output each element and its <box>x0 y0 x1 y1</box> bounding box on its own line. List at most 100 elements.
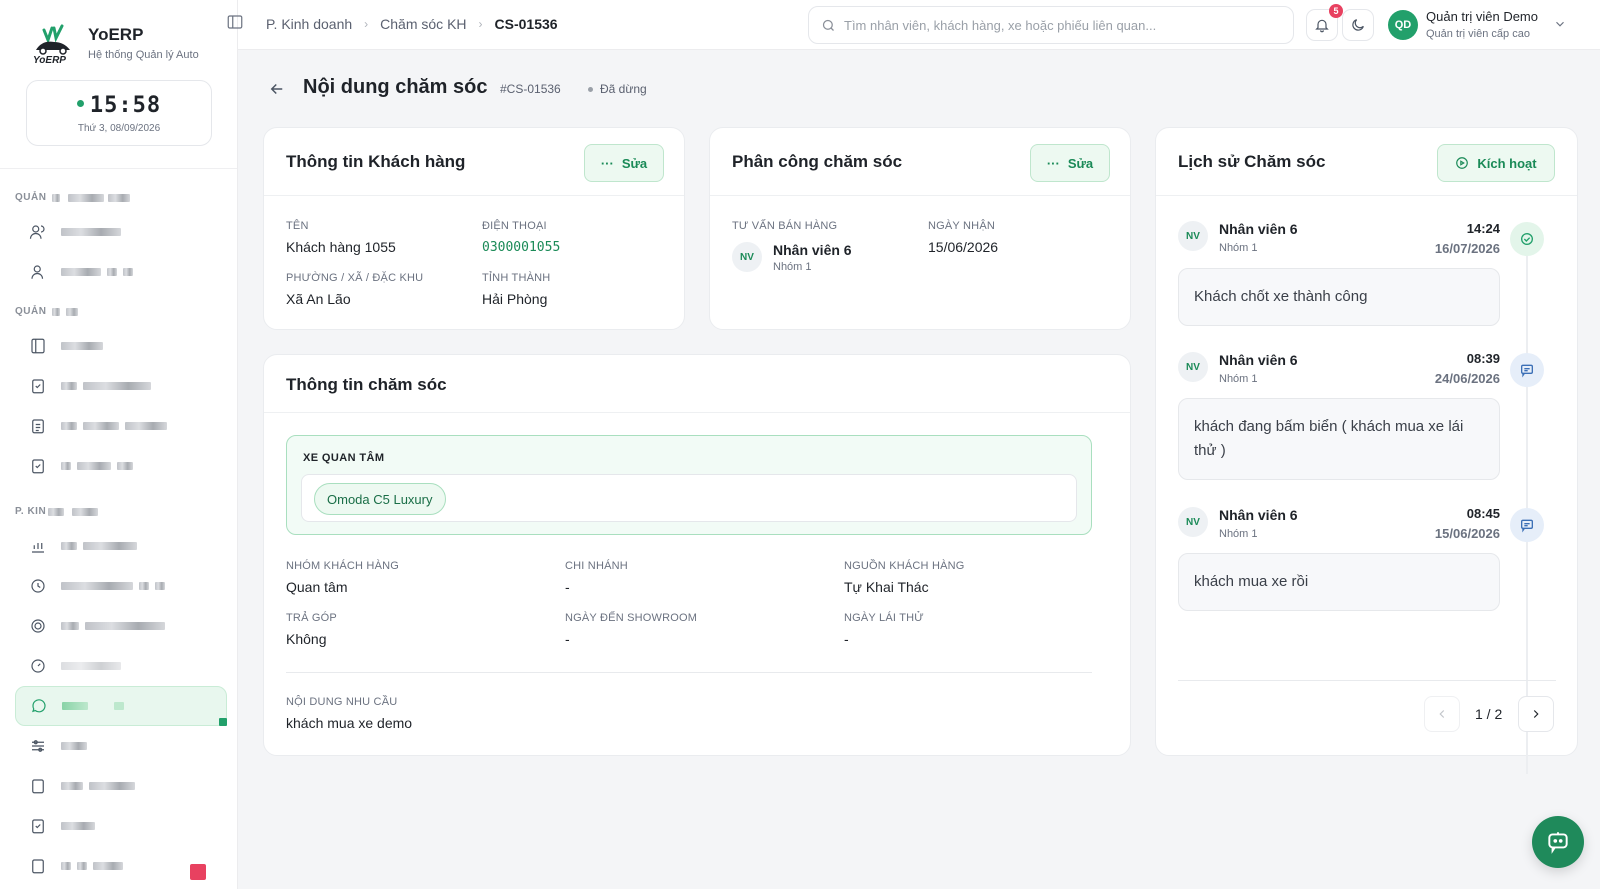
sidebar-item[interactable] <box>15 766 227 806</box>
chatbot-button[interactable] <box>1532 816 1584 868</box>
field-label: TỈNH THÀNH <box>482 272 551 284</box>
notifications-button[interactable]: 5 <box>1306 4 1343 41</box>
sidebar-item[interactable] <box>15 326 227 366</box>
card-title: Thông tin chăm sóc <box>286 375 447 394</box>
avatar: NV <box>1178 507 1208 537</box>
sidebar-item[interactable] <box>15 366 227 406</box>
brand-name: YoERP <box>88 25 144 44</box>
interest-label: XE QUAN TÂM <box>303 452 385 464</box>
sidebar-item[interactable] <box>15 806 227 846</box>
received-date: 15/06/2026 <box>928 239 999 255</box>
back-arrow-icon[interactable] <box>268 80 286 98</box>
chevron-down-icon[interactable] <box>1553 17 1567 36</box>
card-title: Lịch sử Chăm sóc <box>1178 152 1326 171</box>
branch: - <box>565 579 570 595</box>
user-avatar[interactable]: QD <box>1388 10 1418 40</box>
sidebar-section-label: QUẢN <box>15 306 47 317</box>
history-date: 24/06/2026 <box>1434 371 1500 386</box>
search-input[interactable] <box>844 17 1284 33</box>
target-icon <box>31 619 45 633</box>
page-indicator: 1 / 2 <box>1475 706 1503 722</box>
customer-group: Quan tâm <box>286 579 348 595</box>
history-staff-group: Nhóm 1 <box>1219 242 1258 254</box>
field-label: ĐIỆN THOẠI <box>482 220 547 232</box>
prev-page-button[interactable] <box>1424 696 1460 732</box>
field-label: TƯ VẤN BÁN HÀNG <box>732 220 838 232</box>
field-label: NGUỒN KHÁCH HÀNG <box>844 560 965 572</box>
user-icon <box>31 265 44 279</box>
showroom-date: - <box>565 631 570 647</box>
brand[interactable]: YoERP YoERP Hệ thống Quản lý Auto <box>30 20 199 66</box>
theme-toggle-button[interactable] <box>1342 9 1374 41</box>
field-label: NGÀY LÁI THỬ <box>844 612 924 624</box>
edit-assignment-button[interactable]: ··· Sửa <box>1030 144 1110 182</box>
avatar: NV <box>1178 352 1208 382</box>
edit-customer-button[interactable]: ··· Sửa <box>584 144 664 182</box>
advisor-name: Nhân viên 6 <box>773 242 852 258</box>
global-search[interactable] <box>808 6 1294 44</box>
sidebar-item[interactable] <box>15 212 227 252</box>
chevron-right-icon: › <box>364 17 369 31</box>
sidebar-item[interactable] <box>15 446 227 486</box>
vehicle-chip[interactable]: Omoda C5 Luxury <box>314 483 446 515</box>
edit-label: Sửa <box>621 155 648 171</box>
users-icon <box>29 225 45 239</box>
history-staff-name: Nhân viên 6 <box>1219 507 1298 523</box>
field-label: NỘI DUNG NHU CẦU <box>286 696 398 708</box>
clipboard-icon <box>32 779 44 794</box>
page-code: #CS-01536 <box>500 82 561 96</box>
bot-chat-icon <box>1548 832 1568 854</box>
care-info-card: Thông tin chăm sóc XE QUAN TÂM Omoda C5 … <box>263 354 1131 756</box>
sidebar-item-cham-soc-kh[interactable] <box>15 686 227 726</box>
breadcrumb: P. Kinh doanh › Chăm sóc KH › CS-01536 <box>266 16 558 32</box>
field-label: CHI NHÁNH <box>565 560 628 572</box>
field-label: TRẢ GÓP <box>286 612 337 624</box>
sidebar-item[interactable] <box>15 726 227 766</box>
sidebar-item[interactable] <box>15 526 227 566</box>
customer-phone[interactable]: 0300001055 <box>482 240 560 255</box>
chevron-left-icon <box>1439 710 1445 718</box>
advisor-group: Nhóm 1 <box>773 261 812 273</box>
gauge-icon <box>31 659 45 673</box>
next-page-button[interactable] <box>1518 696 1554 732</box>
history-time: 08:45 <box>1466 506 1500 521</box>
customer-source: Tự Khai Thác <box>844 579 929 595</box>
sidebar-item[interactable] <box>15 566 227 606</box>
chevron-right-icon <box>1533 710 1539 718</box>
card-title: Thông tin Khách hàng <box>286 152 466 171</box>
chevron-right-icon: › <box>478 17 483 31</box>
sidebar-section-label: QUẢN <box>15 192 47 203</box>
need-content: khách mua xe demo <box>286 715 413 731</box>
breadcrumb-item[interactable]: P. Kinh doanh <box>266 16 352 32</box>
status-badge: Đã dừng <box>588 82 647 96</box>
sidebar-section-3: P. KIN <box>15 506 99 517</box>
sidebar-item[interactable] <box>15 606 227 646</box>
bar-chart-icon <box>32 543 44 553</box>
assignment-card: Phân công chăm sóc ··· Sửa TƯ VẤN BÁN HÀN… <box>709 127 1131 330</box>
sidebar-item[interactable] <box>15 646 227 686</box>
sidebar-toggle-icon[interactable] <box>226 13 246 33</box>
status-text: Đã dừng <box>600 82 647 96</box>
history-date: 15/06/2026 <box>1434 526 1500 541</box>
field-label: NGÀY NHẬN <box>928 220 995 232</box>
history-time: 08:39 <box>1466 351 1500 366</box>
sidebar-section-2: QUẢN <box>15 306 79 317</box>
sidebar-item[interactable] <box>15 406 227 446</box>
clipboard-check-icon <box>32 819 44 834</box>
field-label: NHÓM KHÁCH HÀNG <box>286 560 400 572</box>
brand-subtitle: Hệ thống Quản lý Auto <box>88 49 199 61</box>
clock-status-dot <box>76 99 84 107</box>
installment: Không <box>286 631 327 647</box>
breadcrumb-current: CS-01536 <box>494 16 558 32</box>
user-name[interactable]: Quản trị viên Demo <box>1426 9 1538 24</box>
field-label: PHƯỜNG / XÃ / ĐẶC KHU <box>286 272 424 284</box>
sidebar-item[interactable] <box>15 252 227 292</box>
message-icon <box>1510 353 1544 387</box>
activate-button[interactable]: Kích hoạt <box>1437 144 1555 182</box>
clipboard-check-icon <box>32 379 44 394</box>
customer-ward: Xã An Lão <box>286 291 351 307</box>
breadcrumb-item[interactable]: Chăm sóc KH <box>380 16 466 32</box>
alert-marker <box>190 864 206 880</box>
history-time: 14:24 <box>1466 221 1500 236</box>
bell-icon <box>1315 19 1329 33</box>
